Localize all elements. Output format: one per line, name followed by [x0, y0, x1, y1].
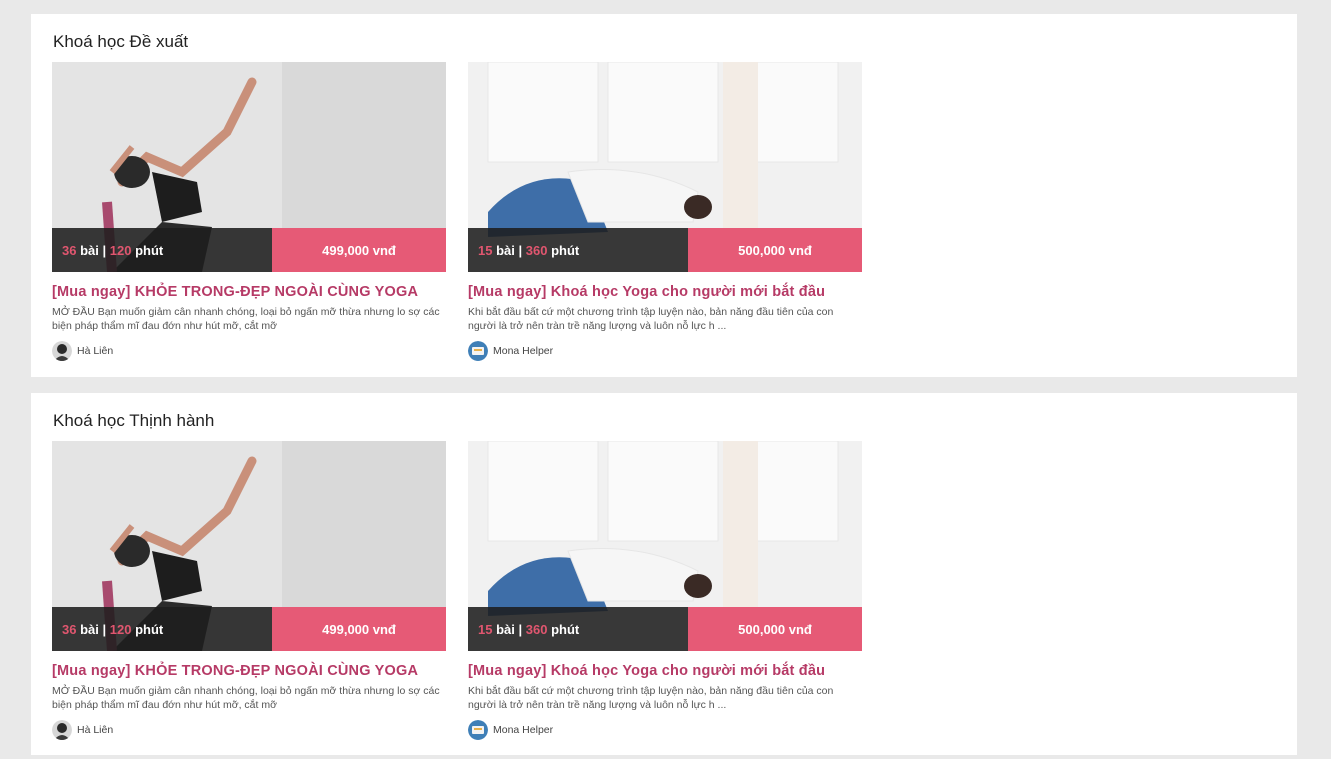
- minute-unit: phút: [551, 242, 580, 258]
- mona-helper-avatar: [468, 720, 488, 740]
- course-author[interactable]: Mona Helper: [468, 341, 862, 361]
- price-badge: 499,000 vnđ: [272, 228, 446, 272]
- lesson-count-box: 15 bài | 360 phút: [468, 228, 688, 272]
- section-title: Khoá học Đề xuất: [53, 32, 189, 51]
- lesson-count: 36: [62, 621, 77, 637]
- separator: |: [102, 242, 107, 258]
- course-description: Khi bắt đầu bất cứ một chương trình tập …: [468, 685, 834, 711]
- author-name: Hà Liên: [77, 724, 114, 736]
- course-info-bar: 36 bài | 120 phút 499,000 vnđ: [52, 228, 446, 272]
- course-card: 15 bài | 360 phút 500,000 vnđ [Mua ngay]…: [468, 62, 862, 361]
- lesson-count: 15: [478, 242, 493, 258]
- lesson-unit: bài: [496, 621, 515, 637]
- separator: |: [518, 242, 523, 258]
- author-name: Mona Helper: [493, 724, 554, 736]
- price-badge: 499,000 vnđ: [272, 607, 446, 651]
- course-info-bar: 15 bài | 360 phút 500,000 vnđ: [468, 607, 862, 651]
- section-recommended-courses: Khoá học Đề xuất 36 bài | 120 phút 499,0…: [31, 14, 1297, 377]
- minute-unit: phút: [551, 621, 580, 637]
- course-card: 15 bài | 360 phút 500,000 vnđ [Mua ngay]…: [468, 441, 862, 740]
- course-thumbnail[interactable]: 36 bài | 120 phút 499,000 vnđ: [52, 62, 446, 272]
- minute-count: 120: [109, 242, 132, 258]
- price-badge: 500,000 vnđ: [688, 228, 862, 272]
- course-card: 36 bài | 120 phút 499,000 vnđ [Mua ngay]…: [52, 441, 446, 740]
- course-title-link[interactable]: [Mua ngay] Khoá học Yoga cho người mới b…: [468, 663, 862, 679]
- lesson-count-box: 36 bài | 120 phút: [52, 228, 272, 272]
- mona-helper-avatar: [468, 341, 488, 361]
- separator: |: [518, 621, 523, 637]
- course-title-link[interactable]: [Mua ngay] KHỎE TRONG-ĐẸP NGOÀI CÙNG YOG…: [52, 663, 446, 679]
- lesson-count: 15: [478, 621, 493, 637]
- course-thumbnail[interactable]: 15 bài | 360 phút 500,000 vnđ: [468, 62, 862, 272]
- course-title-link[interactable]: [Mua ngay] Khoá học Yoga cho người mới b…: [468, 284, 862, 300]
- author-avatar: [52, 341, 72, 361]
- course-author[interactable]: Hà Liên: [52, 720, 446, 740]
- price-badge: 500,000 vnđ: [688, 607, 862, 651]
- minute-unit: phút: [135, 621, 164, 637]
- course-title-link[interactable]: [Mua ngay] KHỎE TRONG-ĐẸP NGOÀI CÙNG YOG…: [52, 284, 446, 300]
- course-author[interactable]: Hà Liên: [52, 341, 446, 361]
- course-card: 36 bài | 120 phút 499,000 vnđ [Mua ngay]…: [52, 62, 446, 361]
- course-info-bar: 36 bài | 120 phút 499,000 vnđ: [52, 607, 446, 651]
- minute-unit: phút: [135, 242, 164, 258]
- course-thumbnail[interactable]: 36 bài | 120 phút 499,000 vnđ: [52, 441, 446, 651]
- minute-count: 360: [525, 621, 548, 637]
- author-name: Hà Liên: [77, 345, 114, 357]
- course-info-bar: 15 bài | 360 phút 500,000 vnđ: [468, 228, 862, 272]
- section-trending-courses: Khoá học Thịnh hành 36 bài | 120 phút 49…: [31, 393, 1297, 755]
- minute-count: 360: [525, 242, 548, 258]
- minute-count: 120: [109, 621, 132, 637]
- author-name: Mona Helper: [493, 345, 554, 357]
- lesson-unit: bài: [496, 242, 515, 258]
- course-description: MỞ ĐẦU Bạn muốn giảm cân nhanh chóng, lo…: [52, 306, 440, 332]
- lesson-count-box: 15 bài | 360 phút: [468, 607, 688, 651]
- section-title: Khoá học Thịnh hành: [53, 411, 215, 430]
- course-description: MỞ ĐẦU Bạn muốn giảm cân nhanh chóng, lo…: [52, 685, 440, 711]
- separator: |: [102, 621, 107, 637]
- course-thumbnail[interactable]: 15 bài | 360 phút 500,000 vnđ: [468, 441, 862, 651]
- lesson-unit: bài: [80, 242, 99, 258]
- course-author[interactable]: Mona Helper: [468, 720, 862, 740]
- lesson-count-box: 36 bài | 120 phút: [52, 607, 272, 651]
- author-avatar: [52, 720, 72, 740]
- course-description: Khi bắt đầu bất cứ một chương trình tập …: [468, 306, 834, 332]
- lesson-unit: bài: [80, 621, 99, 637]
- lesson-count: 36: [62, 242, 77, 258]
